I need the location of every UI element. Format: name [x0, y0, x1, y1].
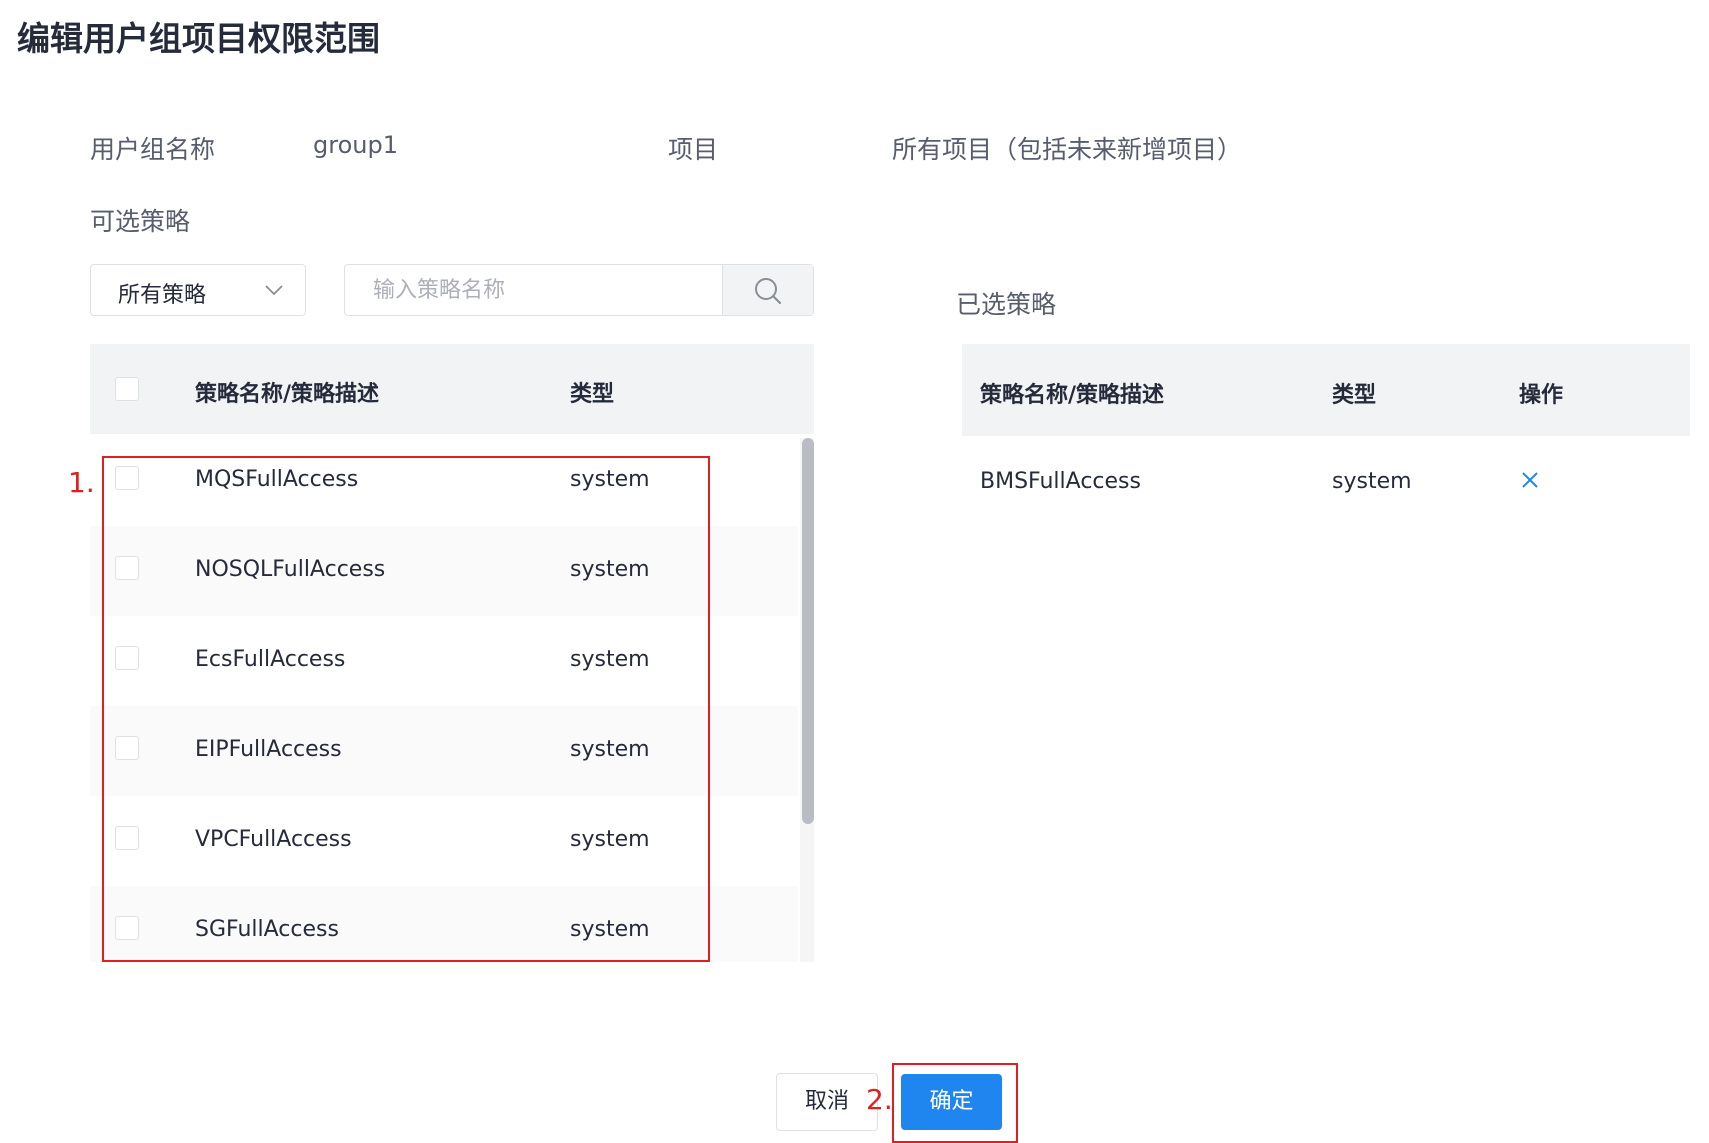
- available-policies-label: 可选策略: [90, 207, 191, 236]
- select-all-checkbox[interactable]: [115, 377, 139, 401]
- scrollbar-thumb[interactable]: [802, 438, 814, 824]
- col-action: 操作: [1519, 383, 1564, 408]
- cancel-button[interactable]: 取消: [776, 1073, 878, 1131]
- col-type: 类型: [570, 382, 615, 407]
- search-button[interactable]: [722, 265, 813, 315]
- policy-search-box: [344, 264, 814, 316]
- page-title: 编辑用户组项目权限范围: [17, 19, 380, 58]
- group-name-label: 用户组名称: [90, 135, 216, 164]
- project-value: 所有项目（包括未来新增项目）: [892, 135, 1243, 164]
- annotation-box-1: [102, 456, 710, 962]
- close-icon[interactable]: [1519, 469, 1541, 491]
- annotation-box-2: [892, 1063, 1018, 1143]
- col-policy-name: 策略名称/策略描述: [195, 382, 380, 407]
- col-type: 类型: [1332, 383, 1377, 408]
- policy-filter-value: 所有策略: [118, 283, 207, 308]
- chevron-down-icon: [265, 285, 283, 296]
- selected-policy-type: system: [1332, 469, 1412, 494]
- available-table-header: 策略名称/策略描述 类型: [90, 344, 814, 434]
- selected-policies-label: 已选策略: [956, 290, 1057, 319]
- annotation-marker-1: 1.: [68, 466, 95, 499]
- policy-search-input[interactable]: [345, 265, 723, 315]
- policy-filter-dropdown[interactable]: 所有策略: [90, 264, 306, 316]
- selected-table-header: 策略名称/策略描述 类型 操作: [962, 344, 1690, 436]
- selected-policy-name: BMSFullAccess: [980, 469, 1141, 494]
- project-label: 项目: [668, 135, 719, 164]
- group-name-value: group1: [313, 131, 398, 159]
- col-policy-name: 策略名称/策略描述: [980, 383, 1165, 408]
- annotation-marker-2: 2.: [866, 1083, 893, 1116]
- search-icon: [755, 278, 782, 305]
